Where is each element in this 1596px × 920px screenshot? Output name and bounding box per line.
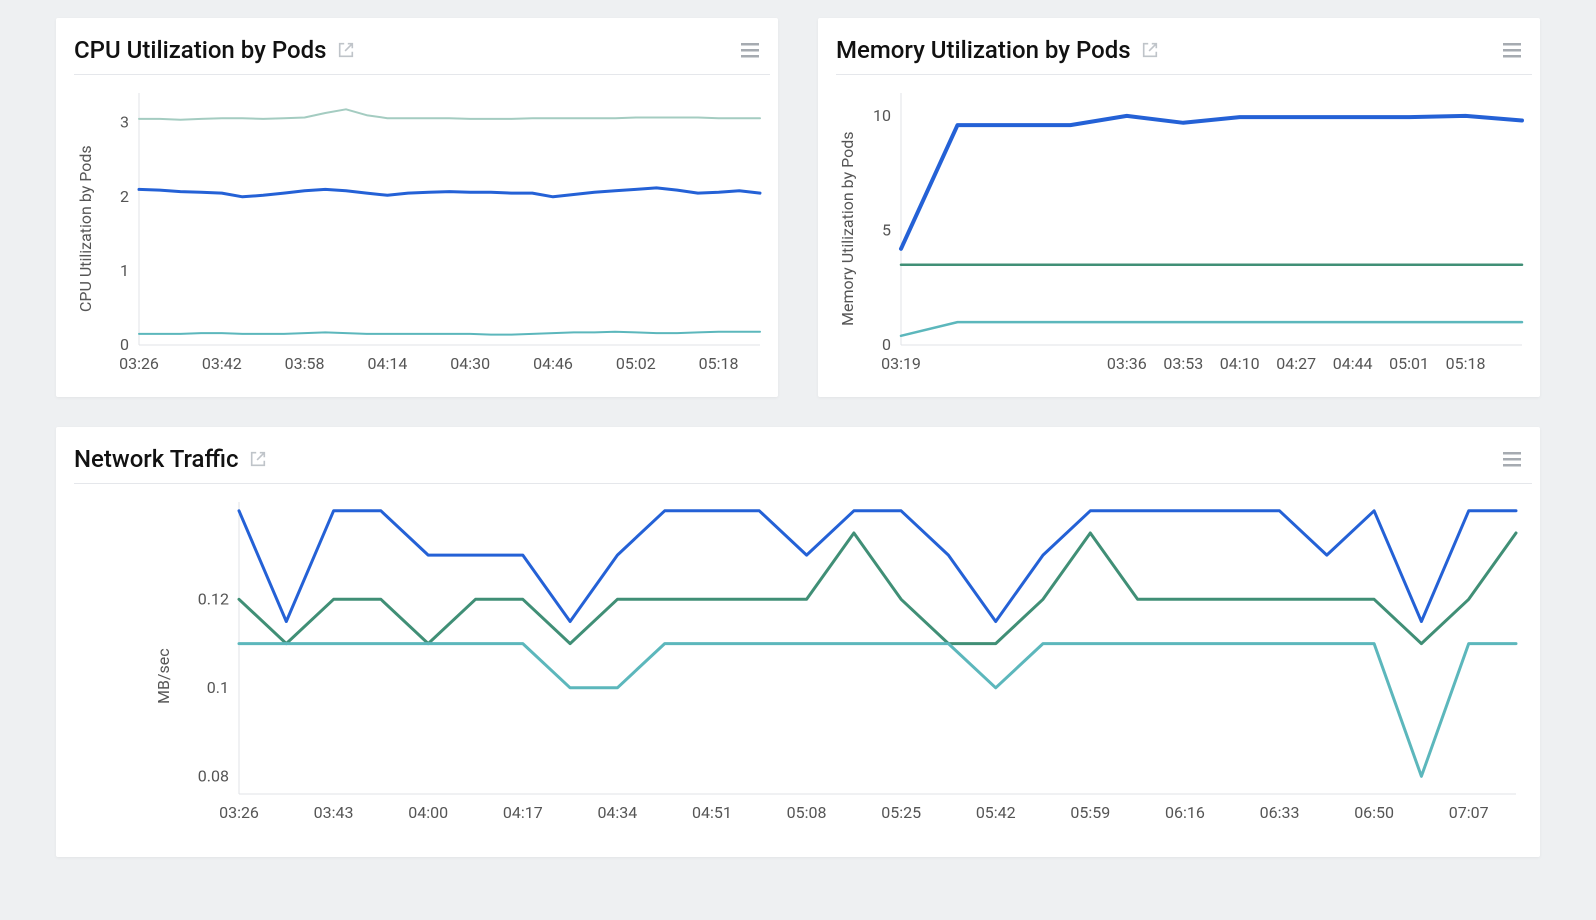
svg-text:03:19: 03:19 [881, 354, 921, 373]
svg-text:03:43: 03:43 [314, 803, 354, 822]
svg-text:04:17: 04:17 [503, 803, 543, 822]
svg-text:05:25: 05:25 [881, 803, 921, 822]
y-axis-label: MB/sec [74, 488, 175, 834]
svg-text:04:10: 04:10 [1220, 354, 1260, 373]
popout-icon[interactable] [249, 450, 267, 468]
cpu-chart-svg: 0 1 2 3 03:26 03:42 03:58 04:14 04:30 04:46 05:02 0… [97, 79, 770, 379]
svg-text:04:30: 04:30 [450, 354, 490, 373]
panel-title: Network Traffic [74, 445, 239, 473]
svg-text:04:14: 04:14 [367, 354, 407, 373]
y-axis-label: CPU Utilization by Pods [74, 79, 97, 379]
svg-text:0.1: 0.1 [207, 678, 229, 697]
network-traffic-panel: Network Traffic MB/sec 0.080.10.1203:260… [56, 427, 1540, 857]
svg-text:06:50: 06:50 [1354, 803, 1394, 822]
svg-text:04:46: 04:46 [533, 354, 573, 373]
svg-text:03:36: 03:36 [1107, 354, 1147, 373]
svg-text:04:51: 04:51 [692, 803, 732, 822]
svg-text:07:07: 07:07 [1449, 803, 1489, 822]
svg-text:05:01: 05:01 [1389, 354, 1429, 373]
memory-chart-svg: 0 5 10 03:19 03:36 03:53 04:10 04:27 04:44 05:01 0… [859, 79, 1532, 379]
svg-text:03:26: 03:26 [219, 803, 259, 822]
network-chart-svg: 0.08 0.1 0.12 03:26 03:43 04:00 04:17 04:34 04:5… [175, 488, 1532, 834]
svg-text:3: 3 [120, 113, 129, 132]
svg-text:0.08: 0.08 [198, 766, 229, 785]
svg-text:5: 5 [882, 220, 891, 239]
hamburger-menu-icon[interactable] [740, 41, 760, 59]
svg-text:10: 10 [873, 106, 891, 125]
svg-text:05:08: 05:08 [787, 803, 827, 822]
svg-text:0: 0 [882, 335, 891, 354]
svg-text:04:00: 04:00 [408, 803, 448, 822]
svg-text:04:44: 04:44 [1333, 354, 1373, 373]
panel-title-row: Memory Utilization by Pods [836, 36, 1502, 64]
svg-text:03:53: 03:53 [1163, 354, 1203, 373]
cpu-chart[interactable]: 0 1 2 3 03:26 03:42 03:58 04:14 04:30 04:46 05:02 0… [97, 79, 770, 379]
cpu-utilization-panel: CPU Utilization by Pods CPU Utilization … [56, 18, 778, 397]
svg-text:03:42: 03:42 [202, 354, 242, 373]
svg-text:03:26: 03:26 [119, 354, 159, 373]
svg-text:04:34: 04:34 [597, 803, 637, 822]
svg-text:05:18: 05:18 [699, 354, 739, 373]
svg-text:05:18: 05:18 [1446, 354, 1486, 373]
panel-header: Memory Utilization by Pods [836, 36, 1532, 75]
panel-title-row: Network Traffic [74, 445, 1502, 473]
panel-header: Network Traffic [74, 445, 1532, 484]
memory-utilization-panel: Memory Utilization by Pods Memory Utiliz… [818, 18, 1540, 397]
panel-title: CPU Utilization by Pods [74, 36, 327, 64]
svg-text:05:42: 05:42 [976, 803, 1016, 822]
panel-title: Memory Utilization by Pods [836, 36, 1131, 64]
hamburger-menu-icon[interactable] [1502, 450, 1522, 468]
svg-text:06:33: 06:33 [1260, 803, 1300, 822]
svg-text:03:58: 03:58 [285, 354, 325, 373]
svg-text:1: 1 [120, 261, 129, 280]
y-axis-label: Memory Utilization by Pods [836, 79, 859, 379]
svg-text:0.12: 0.12 [198, 589, 229, 608]
svg-text:06:16: 06:16 [1165, 803, 1205, 822]
network-chart[interactable]: 0.08 0.1 0.12 03:26 03:43 04:00 04:17 04:34 04:5… [175, 488, 1532, 834]
svg-text:2: 2 [120, 187, 129, 206]
memory-chart[interactable]: 0 5 10 03:19 03:36 03:53 04:10 04:27 04:44 05:01 0… [859, 79, 1532, 379]
panel-title-row: CPU Utilization by Pods [74, 36, 740, 64]
svg-text:0: 0 [120, 335, 129, 354]
svg-text:04:27: 04:27 [1276, 354, 1316, 373]
svg-text:05:59: 05:59 [1070, 803, 1110, 822]
popout-icon[interactable] [1141, 41, 1159, 59]
panel-header: CPU Utilization by Pods [74, 36, 770, 75]
popout-icon[interactable] [337, 41, 355, 59]
hamburger-menu-icon[interactable] [1502, 41, 1522, 59]
svg-text:05:02: 05:02 [616, 354, 656, 373]
